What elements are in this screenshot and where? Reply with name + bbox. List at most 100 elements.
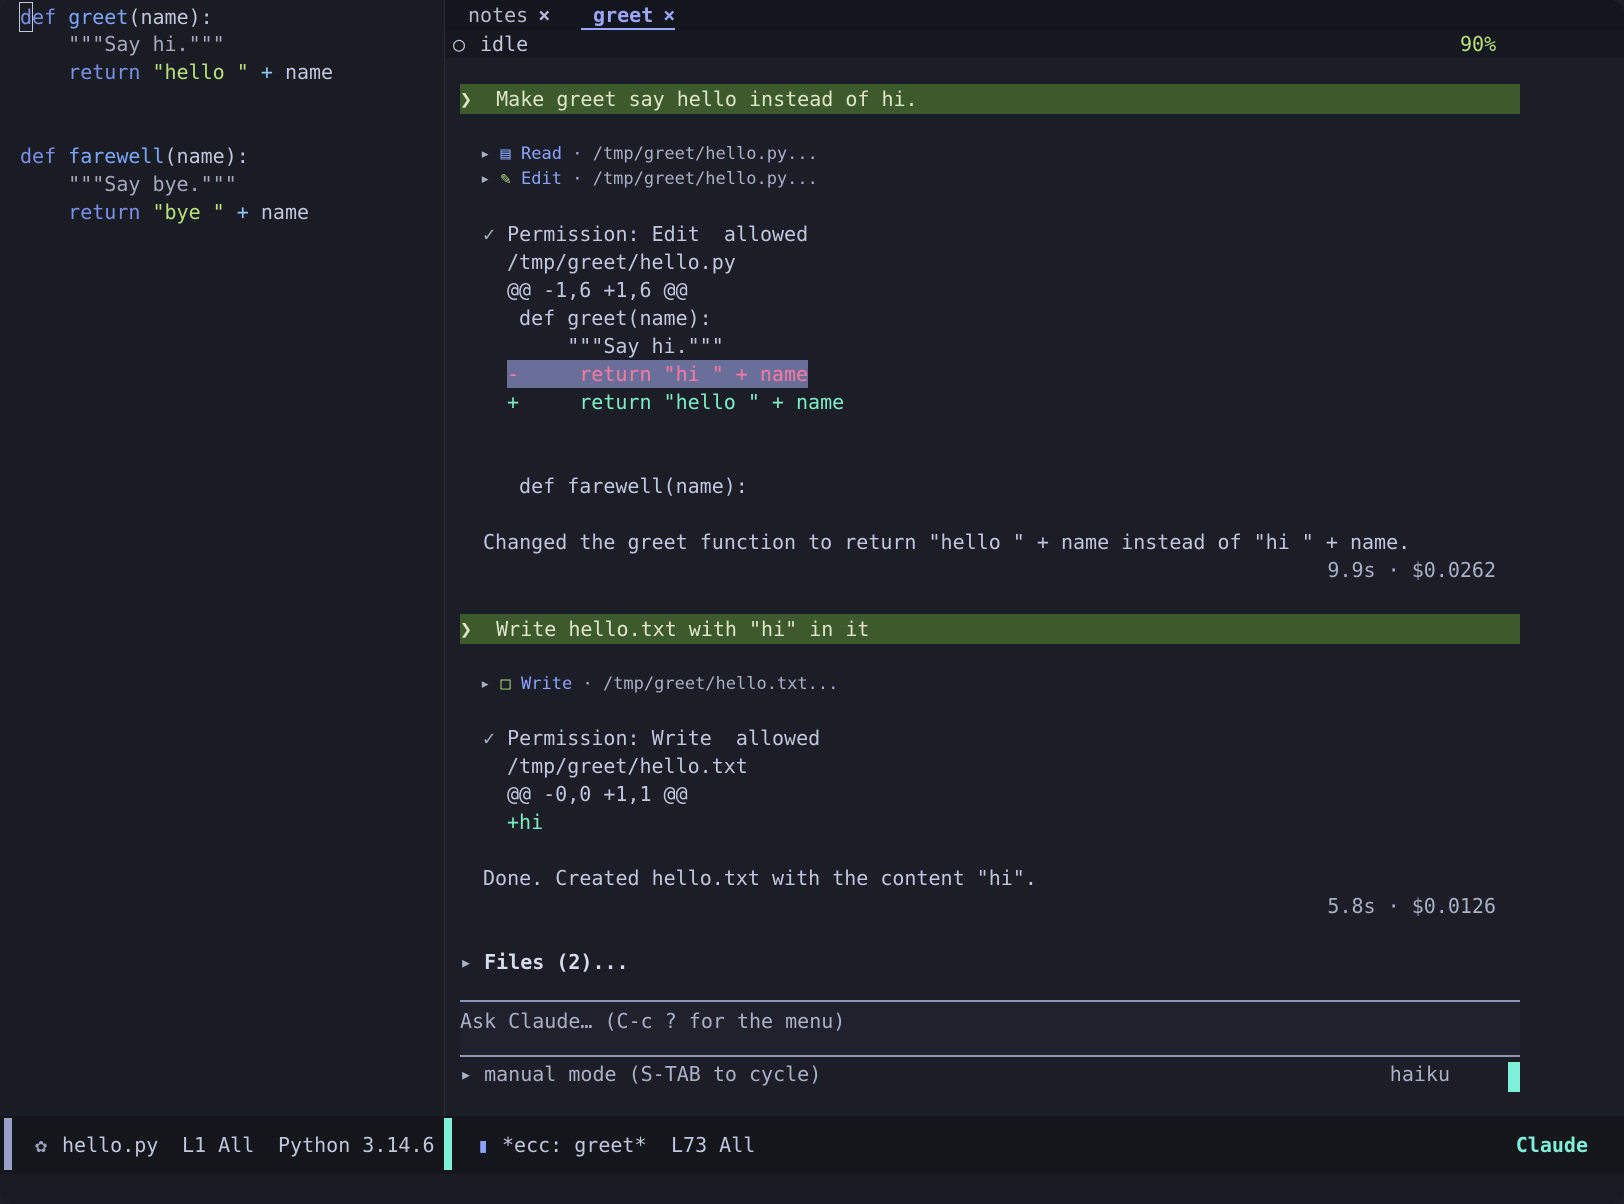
mode-line: ✿ hello.py L1 All Python 3.14.6 ▮ *ecc: … — [0, 1116, 1624, 1174]
separator: · — [572, 144, 583, 164]
diff-added-line: + return "hello " + name — [507, 390, 845, 414]
permission-edit: ✓ Permission: Edit allowed — [483, 220, 808, 248]
new-file-icon: □ — [500, 674, 511, 694]
tab-label: notes — [468, 3, 529, 27]
function-name: greet — [68, 5, 129, 29]
variable: name — [284, 60, 334, 84]
active-indicator — [4, 1118, 12, 1170]
prompt-text: Make greet say hello instead of hi. — [496, 87, 918, 111]
diff-context-line: def greet(name): — [507, 306, 712, 330]
keyword: def — [20, 144, 57, 168]
buffer-name[interactable]: hello.py — [62, 1116, 158, 1174]
claude-pane: notes × greet × ○ idle 90% ❯ Make greet sa… — [445, 0, 1624, 1116]
tool-name: Edit — [521, 169, 562, 189]
input-placeholder: Ask Claude… (C-c ? for the menu) — [460, 1009, 846, 1033]
tool-path: /tmp/greet/hello.txt... — [602, 674, 839, 694]
code-text: (name): — [164, 144, 249, 168]
echo-area — [0, 1174, 1624, 1204]
close-icon[interactable]: × — [663, 3, 675, 27]
diff-context-line: def farewell(name): — [507, 474, 748, 498]
operator: + — [260, 60, 273, 84]
variable: name — [260, 200, 310, 224]
user-prompt: ❯ Make greet say hello instead of hi. — [460, 84, 1520, 114]
tab-greet[interactable]: greet × — [581, 2, 676, 30]
major-mode[interactable]: Python 3.14.6 — [278, 1116, 435, 1174]
code-editor-pane[interactable]: def greet(name): """Say hi.""" return "h… — [0, 0, 445, 1116]
active-indicator — [444, 1118, 452, 1170]
files-label: Files (2)... — [484, 950, 629, 974]
tool-call-write[interactable]: ▸ □ Write · /tmp/greet/hello.txt... — [480, 670, 838, 698]
diff-hunk-header: @@ -1,6 +1,6 @@ — [507, 278, 688, 302]
tool-name: Write — [521, 674, 573, 694]
cursor-position: L73 All — [671, 1133, 756, 1157]
tab-label: greet — [593, 3, 654, 27]
separator: · — [572, 169, 583, 189]
code-text: (name): — [128, 5, 213, 29]
file-icon: ▮ — [477, 1133, 490, 1157]
buffer-name[interactable]: *ecc: greet* — [502, 1116, 647, 1174]
book-icon: ▤ — [500, 144, 511, 164]
permission-text: Permission: Edit allowed — [507, 222, 809, 246]
prompt-input[interactable]: Ask Claude… (C-c ? for the menu) — [460, 1002, 1520, 1055]
diff-path: /tmp/greet/hello.txt — [507, 754, 748, 778]
code-line-8[interactable]: return "bye " + name — [20, 198, 309, 226]
status-circle-icon: ○ — [453, 32, 466, 56]
input-cursor — [1508, 1062, 1520, 1092]
operator: + — [236, 200, 249, 224]
pencil-icon: ✎ — [500, 169, 511, 189]
function-name: farewell — [68, 144, 165, 168]
files-section[interactable]: ▸ Files (2)... — [460, 948, 629, 976]
tool-path: /tmp/greet/hello.py... — [592, 144, 818, 164]
diff-deleted-line: - return "hi " + name — [507, 360, 809, 388]
tool-call-read[interactable]: ▸ ▤ Read · /tmp/greet/hello.py... — [480, 140, 818, 168]
string-literal: "hello " — [152, 60, 249, 84]
code-line-7[interactable]: """Say bye.""" — [20, 170, 237, 198]
expand-arrow-icon: ▸ — [480, 169, 491, 189]
assistant-reply: Changed the greet function to return "he… — [483, 530, 1411, 554]
close-icon[interactable]: × — [538, 3, 550, 27]
code-line-2[interactable]: """Say hi.""" — [20, 30, 225, 58]
cursor-position: L1 All — [182, 1133, 255, 1157]
permission-write: ✓ Permission: Write allowed — [483, 724, 820, 752]
prompt-text: Write hello.txt with "hi" in it — [496, 617, 870, 641]
keyword: ef — [32, 5, 57, 29]
prompt-marker-icon: ❯ — [460, 87, 473, 111]
model-name[interactable]: haiku — [1390, 1060, 1450, 1088]
expand-arrow-icon: ▸ — [460, 950, 473, 974]
code-line-6[interactable]: def farewell(name): — [20, 142, 249, 170]
separator: · — [582, 674, 593, 694]
input-bottom-border — [460, 1055, 1520, 1057]
major-mode[interactable]: Claude — [1516, 1116, 1588, 1174]
mode-label: manual mode (S-TAB to cycle) — [484, 1062, 822, 1086]
python-icon: ✿ — [35, 1133, 48, 1157]
docstring: """Say hi.""" — [68, 32, 225, 56]
code-line-3[interactable]: return "hello " + name — [20, 58, 333, 86]
tab-notes[interactable]: notes × — [468, 2, 550, 28]
docstring: """Say bye.""" — [68, 172, 237, 196]
check-icon: ✓ — [483, 222, 496, 246]
expand-arrow-icon: ▸ — [480, 144, 491, 164]
turn-stats: 5.8s · $0.0126 — [1327, 894, 1496, 918]
diff-added-line: +hi — [507, 810, 544, 834]
assistant-reply: Done. Created hello.txt with the content… — [483, 866, 1037, 890]
tool-call-edit[interactable]: ▸ ✎ Edit · /tmp/greet/hello.py... — [480, 165, 818, 193]
expand-arrow-icon: ▸ — [480, 674, 491, 694]
string-literal: "bye " — [152, 200, 225, 224]
app-window: def greet(name): """Say hi.""" return "h… — [0, 0, 1624, 1204]
user-prompt: ❯ Write hello.txt with "hi" in it — [460, 614, 1520, 644]
code-line-1[interactable]: def greet(name): — [18, 2, 213, 32]
diff-context-line: """Say hi.""" — [507, 334, 724, 358]
context-percent: 90% — [1460, 32, 1497, 56]
prompt-marker-icon: ❯ — [460, 617, 473, 641]
diff-hunk-header: @@ -0,0 +1,1 @@ — [507, 782, 688, 806]
session-status: ○ idle 90% — [445, 30, 1624, 58]
tool-path: /tmp/greet/hello.py... — [592, 169, 818, 189]
expand-arrow-icon: ▸ — [460, 1062, 473, 1086]
mode-toggle[interactable]: ▸ manual mode (S-TAB to cycle) — [460, 1060, 821, 1088]
text-cursor: d — [18, 2, 34, 32]
permission-text: Permission: Write allowed — [507, 726, 821, 750]
tab-bar: notes × greet × — [445, 0, 1624, 30]
keyword: return — [68, 60, 141, 84]
tool-name: Read — [521, 144, 562, 164]
keyword: return — [68, 200, 141, 224]
